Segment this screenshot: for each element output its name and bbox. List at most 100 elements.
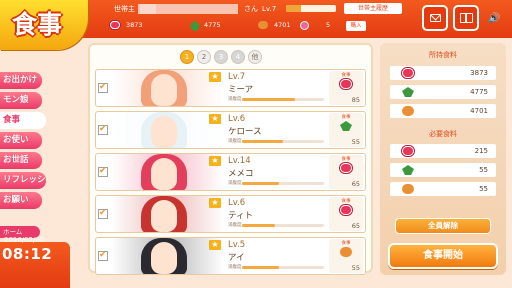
mood-label: 満腹度 bbox=[228, 181, 242, 186]
character-level: Lv.7 bbox=[228, 72, 246, 82]
meat-icon bbox=[340, 205, 352, 215]
mood-bar bbox=[242, 224, 324, 227]
bread-icon bbox=[402, 106, 414, 116]
food-requirement: 食事 65 bbox=[329, 197, 363, 231]
nav-item-2[interactable]: 食事 bbox=[0, 112, 46, 129]
character-row[interactable]: ★ Lv.14 メメコ満腹度 食事 65 bbox=[95, 153, 366, 191]
character-name: メメコ bbox=[228, 169, 254, 179]
row-checkbox[interactable] bbox=[98, 82, 108, 93]
food-label: 食事 bbox=[341, 115, 351, 120]
character-portrait bbox=[111, 196, 224, 232]
food-requirement: 食事 65 bbox=[329, 155, 363, 189]
favorite-icon: ★ bbox=[209, 156, 221, 166]
food-quantity: 55 bbox=[351, 138, 360, 146]
nav-item-4[interactable]: お世話 bbox=[0, 152, 42, 169]
nav-item-3[interactable]: お使い bbox=[0, 132, 42, 149]
nav-item-5[interactable]: リフレッシュ bbox=[0, 172, 46, 202]
mood-bar bbox=[242, 140, 324, 143]
honorific: さん bbox=[244, 5, 258, 13]
veg-icon bbox=[340, 121, 352, 131]
food-requirement: 食事 55 bbox=[329, 113, 363, 147]
owned-food-row: 3873 bbox=[390, 66, 496, 80]
required-food-value: 55 bbox=[479, 166, 488, 174]
mail-icon bbox=[430, 14, 441, 22]
veg-icon bbox=[402, 87, 414, 97]
required-food-value: 55 bbox=[479, 185, 488, 193]
mail-button[interactable] bbox=[422, 5, 448, 31]
page-button-1[interactable]: 2 bbox=[197, 50, 211, 64]
food-requirement: 食事 55 bbox=[329, 239, 363, 273]
mood-bar-fill bbox=[242, 266, 279, 269]
favorite-icon: ★ bbox=[209, 72, 221, 82]
character-portrait bbox=[111, 70, 224, 106]
character-name: ミーア bbox=[228, 85, 254, 95]
character-row[interactable]: ★ Lv.6 ティト満腹度 食事 65 bbox=[95, 195, 366, 233]
character-portrait bbox=[111, 238, 224, 274]
time-label: 08:12 bbox=[2, 245, 53, 263]
character-row[interactable]: ★ Lv.6 ケロース満腹度 食事 55 bbox=[95, 111, 366, 149]
mood-label: 満腹度 bbox=[228, 265, 242, 270]
food-requirement: 食事 85 bbox=[329, 71, 363, 105]
character-level: Lv.6 bbox=[228, 114, 246, 124]
mood-label: 満腹度 bbox=[228, 139, 242, 144]
meat-icon bbox=[340, 79, 352, 89]
required-food-row: 55 bbox=[390, 182, 496, 196]
bread-icon bbox=[258, 21, 268, 29]
mood-label: 満腹度 bbox=[228, 97, 242, 102]
owned-food-row: 4775 bbox=[390, 85, 496, 99]
veg-icon bbox=[402, 165, 414, 175]
character-row[interactable]: ★ Lv.7 ミーア満腹度 食事 85 bbox=[95, 69, 366, 107]
owned-food-value: 4701 bbox=[470, 107, 488, 115]
start-meal-button[interactable]: 食事開始 bbox=[388, 243, 498, 269]
nav-item-0[interactable]: お出かけ bbox=[0, 72, 42, 89]
required-food-row: 55 bbox=[390, 163, 496, 177]
character-name: アイ bbox=[228, 253, 245, 263]
owned-food-row: 4701 bbox=[390, 104, 496, 118]
nav-item-1[interactable]: モン娘 bbox=[0, 92, 42, 109]
household-label: 世帯主 bbox=[114, 5, 135, 13]
release-all-button[interactable]: 全員解除 bbox=[395, 218, 491, 234]
page-button-0[interactable]: 1 bbox=[180, 50, 194, 64]
row-checkbox[interactable] bbox=[98, 208, 108, 219]
meat-icon bbox=[340, 163, 352, 173]
household-history-button[interactable]: 世帯主履歴 bbox=[344, 3, 402, 14]
portrait-face bbox=[151, 74, 177, 106]
mood-bar-fill bbox=[242, 182, 279, 185]
book-button[interactable] bbox=[453, 5, 479, 31]
portrait-face bbox=[151, 200, 177, 232]
character-level: Lv.14 bbox=[228, 156, 251, 166]
favorite-icon: ★ bbox=[209, 240, 221, 250]
food-label: 食事 bbox=[341, 73, 351, 78]
character-list-panel: 1234他 ★Lv.7ミーア満腹度食事85★Lv.6ケロース満腹度食事55★Lv… bbox=[88, 43, 373, 275]
food-quantity: 65 bbox=[351, 180, 360, 188]
gem-icon bbox=[300, 21, 309, 30]
meat-icon bbox=[402, 68, 414, 78]
page-button-4[interactable]: 他 bbox=[248, 50, 262, 64]
character-name: ティト bbox=[228, 211, 253, 221]
mood-bar-fill bbox=[242, 98, 296, 101]
bread-icon bbox=[402, 184, 414, 194]
character-name: ケロース bbox=[228, 127, 262, 137]
food-summary-panel: 所持食料 3873 4775 4701 必要食料 215 55 55 全員解除 食事開始 bbox=[380, 43, 506, 275]
character-portrait bbox=[111, 154, 224, 190]
food-quantity: 65 bbox=[351, 222, 360, 230]
page-button-3[interactable]: 4 bbox=[231, 50, 245, 64]
level-progress-bar bbox=[286, 5, 336, 12]
row-checkbox[interactable] bbox=[98, 250, 108, 261]
meat-icon bbox=[402, 146, 414, 156]
title-badge: 食事 bbox=[0, 0, 88, 50]
veg-icon bbox=[190, 21, 200, 31]
character-level: Lv.6 bbox=[228, 198, 246, 208]
nav-item-6[interactable]: お願い bbox=[0, 192, 42, 209]
row-checkbox[interactable] bbox=[98, 124, 108, 135]
row-checkbox[interactable] bbox=[98, 166, 108, 177]
portrait-face bbox=[151, 116, 177, 148]
buy-button[interactable]: 購入 bbox=[346, 21, 366, 31]
household-name-field bbox=[138, 4, 238, 14]
food-quantity: 85 bbox=[351, 96, 360, 104]
speaker-icon[interactable]: 🔊 bbox=[488, 13, 500, 24]
character-row[interactable]: ★ Lv.5 アイ満腹度 食事 55 bbox=[95, 237, 366, 275]
page-button-2[interactable]: 3 bbox=[214, 50, 228, 64]
required-food-value: 215 bbox=[474, 147, 488, 155]
date-label: 2016/02/08 bbox=[4, 236, 45, 244]
